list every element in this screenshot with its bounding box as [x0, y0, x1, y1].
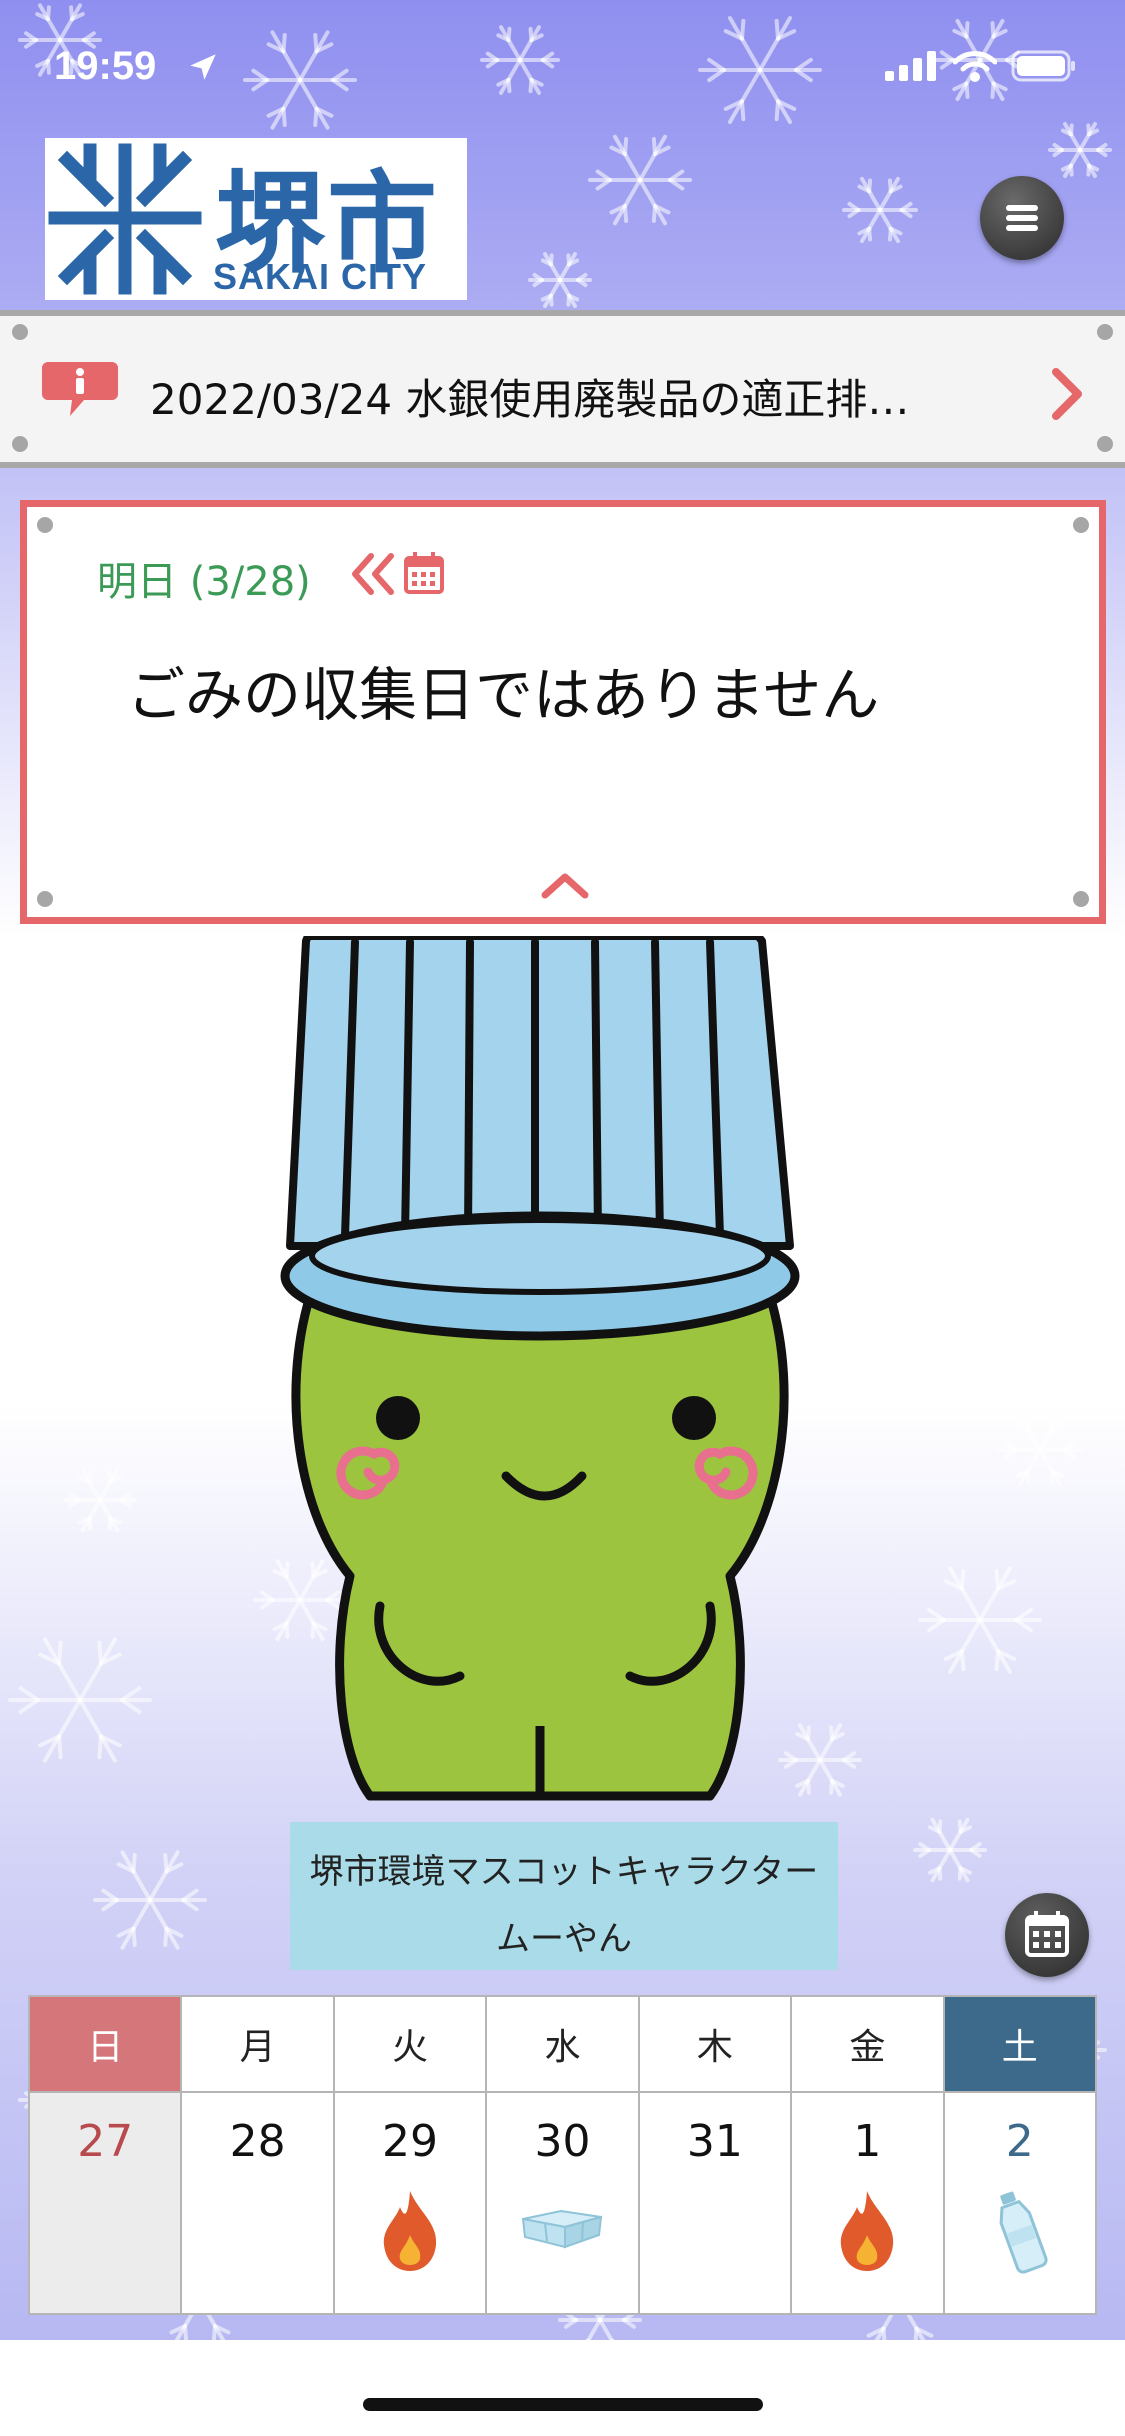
flame-icon	[841, 2191, 894, 2271]
status-time: 19:59	[54, 44, 157, 88]
day-number: 29	[382, 2116, 439, 2167]
calendar-button[interactable]	[1005, 1893, 1089, 1977]
snowflake-shape	[842, 176, 918, 244]
menu-button[interactable]	[980, 176, 1064, 260]
day-number: 28	[229, 2116, 286, 2167]
sakai-city-logo[interactable]: 堺市 SAKAI CITY	[45, 138, 467, 300]
day-cell[interactable]: 28	[180, 2091, 335, 2315]
calendar-small-icon[interactable]	[403, 551, 445, 595]
day-number: 2	[1005, 2116, 1034, 2167]
info-bubble-icon	[42, 362, 118, 416]
snowflake-shape	[913, 1817, 987, 1883]
city-emblem-icon	[48, 143, 202, 295]
day-cell[interactable]: 30	[485, 2091, 640, 2315]
day-cell[interactable]: 27	[27, 2091, 183, 2315]
day-number: 31	[686, 2116, 743, 2167]
flame-icon	[383, 2191, 437, 2271]
day-cell[interactable]: 29	[332, 2091, 488, 2315]
snowflake-shape	[480, 25, 560, 95]
weekday-wed: 水	[485, 1995, 640, 2093]
container-icon	[522, 2209, 603, 2249]
mascot-caption-line1: 堺市環境マスコットキャラクター	[309, 1852, 819, 1892]
snowflake-shape	[528, 252, 592, 308]
day-number: 27	[77, 2116, 134, 2167]
mascot-caption-line2: ムーやん	[496, 1919, 632, 1959]
weekday-thu: 木	[637, 1995, 793, 2093]
double-chevron-left-icon[interactable]	[349, 552, 399, 596]
snowflake-shape	[93, 1850, 207, 1950]
bottle-icon	[999, 2191, 1048, 2274]
chevron-right-icon[interactable]	[1048, 364, 1088, 424]
news-text: 2022/03/24 水銀使用廃製品の適正排…	[150, 375, 910, 424]
snowflake-shape	[918, 1566, 1042, 1674]
snowflake-shape	[998, 1413, 1082, 1487]
calendar-days-row: 27 28 29 30 31 1 2	[27, 2091, 1098, 2315]
day-cell[interactable]: 1	[790, 2091, 945, 2315]
snowflake-shape	[63, 1467, 137, 1533]
home-indicator[interactable]	[363, 2398, 763, 2411]
calendar-icon	[1025, 1911, 1069, 1957]
snowflake-shape	[8, 1637, 152, 1763]
weekday-mon: 月	[180, 1995, 335, 2093]
logo-roman: SAKAI CITY	[213, 256, 428, 297]
day-cell[interactable]: 2	[942, 2091, 1098, 2315]
weekday-sat: 土	[942, 1995, 1098, 2093]
weekday-sun: 日	[27, 1995, 183, 2093]
collection-notice-card: 明日 (3/28) ごみの収集日ではありません	[20, 500, 1106, 924]
hamburger-icon	[1006, 205, 1038, 231]
day-number: 1	[853, 2116, 882, 2167]
location-arrow-icon	[190, 54, 216, 80]
news-ticker[interactable]: 2022/03/24 水銀使用廃製品の適正排…	[0, 310, 1125, 468]
notice-day: 明日 (3/28)	[97, 559, 311, 605]
signal-icon	[885, 51, 936, 81]
week-calendar: 日 月 火 水 木 金 土 27 28 29 30 31 1 2	[27, 1995, 1098, 2315]
chevron-up-icon[interactable]	[540, 871, 590, 901]
mascot-caption: 堺市環境マスコットキャラクター ムーやん	[290, 1822, 838, 1970]
day-cell[interactable]: 31	[637, 2091, 793, 2315]
snowflake-shape	[588, 134, 692, 226]
snowflake-shape	[243, 30, 357, 130]
day-number: 30	[534, 2116, 591, 2167]
calendar-header-row: 日 月 火 水 木 金 土	[27, 1995, 1098, 2093]
battery-icon	[1011, 50, 1075, 82]
weekday-tue: 火	[332, 1995, 488, 2093]
snowflake-shape	[1048, 122, 1112, 178]
notice-message: ごみの収集日ではありません	[127, 661, 880, 729]
mascot-mooyan-illustration	[280, 936, 800, 1801]
wifi-icon	[953, 51, 997, 82]
snowflake-shape	[698, 16, 822, 124]
weekday-fri: 金	[790, 1995, 945, 2093]
